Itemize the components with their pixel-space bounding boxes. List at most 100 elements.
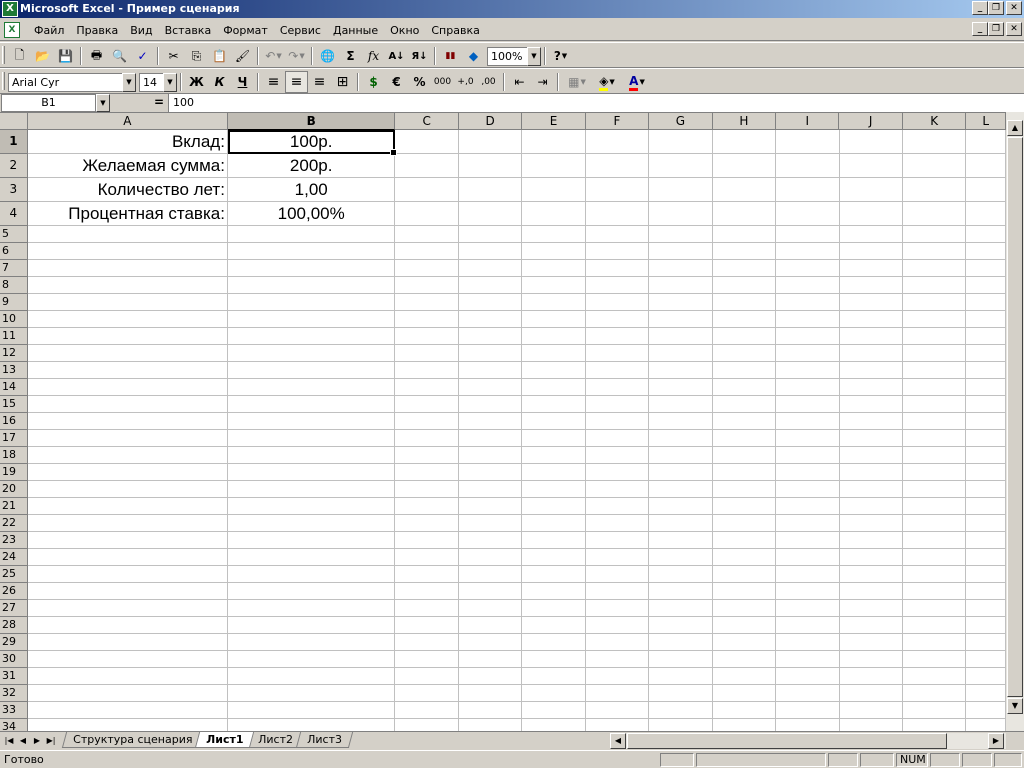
cell-a33[interactable]: [27, 702, 228, 719]
cell-c3[interactable]: [395, 178, 459, 202]
cell-l5[interactable]: [966, 226, 1006, 243]
cell-h28[interactable]: [712, 617, 777, 634]
cell-i20[interactable]: [776, 481, 840, 498]
next-sheet-icon[interactable]: ▶: [30, 733, 44, 748]
cell-h26[interactable]: [712, 583, 777, 600]
fill-color-icon[interactable]: ◈ ▼: [592, 71, 622, 93]
cell-c33[interactable]: [395, 702, 459, 719]
menu-window[interactable]: Окно: [384, 23, 425, 38]
cell-h16[interactable]: [712, 413, 777, 430]
row-header-13[interactable]: 13: [0, 362, 28, 379]
cell-h5[interactable]: [712, 226, 777, 243]
workbook-icon[interactable]: X: [4, 22, 20, 38]
bold-button[interactable]: Ж: [185, 71, 208, 93]
cell-i2[interactable]: [776, 154, 840, 178]
cell-e30[interactable]: [522, 651, 586, 668]
cell-c9[interactable]: [395, 294, 459, 311]
cell-b1[interactable]: 100р.: [227, 130, 398, 156]
cell-i21[interactable]: [776, 498, 840, 515]
cell-e1[interactable]: [522, 130, 586, 154]
cell-b28[interactable]: [227, 617, 396, 634]
cell-l8[interactable]: [966, 277, 1006, 294]
cell-d33[interactable]: [458, 702, 523, 719]
cell-j28[interactable]: [839, 617, 903, 634]
cell-c12[interactable]: [395, 345, 459, 362]
cell-k32[interactable]: [902, 685, 967, 702]
column-header-a[interactable]: A: [27, 113, 228, 130]
cell-d14[interactable]: [458, 379, 523, 396]
cell-b8[interactable]: [227, 277, 396, 294]
cut-icon[interactable]: ✂: [162, 45, 185, 67]
toolbar-grip[interactable]: [2, 72, 5, 90]
cell-g14[interactable]: [649, 379, 713, 396]
cell-a11[interactable]: [27, 328, 228, 345]
cell-a28[interactable]: [27, 617, 228, 634]
cell-i3[interactable]: [776, 178, 840, 202]
cell-a13[interactable]: [27, 362, 228, 379]
cell-h15[interactable]: [712, 396, 777, 413]
cell-g2[interactable]: [649, 154, 713, 178]
cell-l20[interactable]: [966, 481, 1006, 498]
row-header-31[interactable]: 31: [0, 668, 28, 685]
cell-d19[interactable]: [458, 464, 523, 481]
cell-h34[interactable]: [713, 719, 777, 731]
cell-l4[interactable]: [966, 202, 1006, 226]
cell-d18[interactable]: [458, 447, 523, 464]
cell-k20[interactable]: [902, 481, 967, 498]
cell-a20[interactable]: [27, 481, 228, 498]
copy-icon[interactable]: ⎘: [185, 45, 208, 67]
cell-b31[interactable]: [227, 668, 396, 685]
cell-a2[interactable]: Желаемая сумма:: [27, 154, 228, 178]
cell-d23[interactable]: [458, 532, 523, 549]
cell-b32[interactable]: [227, 685, 396, 702]
cell-b16[interactable]: [227, 413, 396, 430]
row-header-14[interactable]: 14: [0, 379, 28, 396]
align-left-icon[interactable]: ≡: [262, 71, 285, 93]
cell-j10[interactable]: [839, 311, 903, 328]
row-header-19[interactable]: 19: [0, 464, 28, 481]
cell-a19[interactable]: [27, 464, 228, 481]
cell-h18[interactable]: [712, 447, 777, 464]
cell-k21[interactable]: [902, 498, 967, 515]
font-size-dropdown-icon[interactable]: ▼: [163, 72, 177, 92]
cell-e34[interactable]: [522, 719, 586, 731]
cell-l3[interactable]: [966, 178, 1006, 202]
cell-j20[interactable]: [839, 481, 903, 498]
row-header-9[interactable]: 9: [0, 294, 28, 311]
cell-i12[interactable]: [776, 345, 840, 362]
cell-e3[interactable]: [522, 178, 586, 202]
cell-j17[interactable]: [839, 430, 903, 447]
cell-j5[interactable]: [839, 226, 903, 243]
cell-k2[interactable]: [902, 154, 967, 178]
cell-e15[interactable]: [522, 396, 586, 413]
cell-a9[interactable]: [27, 294, 228, 311]
row-header-15[interactable]: 15: [0, 396, 28, 413]
cell-l30[interactable]: [966, 651, 1006, 668]
close-button[interactable]: ✕: [1006, 1, 1022, 15]
title-bar[interactable]: X Microsoft Excel - Пример сценария _ ❐ …: [0, 0, 1024, 18]
cell-i17[interactable]: [776, 430, 840, 447]
cell-g8[interactable]: [649, 277, 713, 294]
cell-a25[interactable]: [27, 566, 228, 583]
cell-h30[interactable]: [712, 651, 777, 668]
cell-i29[interactable]: [776, 634, 840, 651]
cell-g6[interactable]: [649, 243, 713, 260]
formula-equals-icon[interactable]: =: [154, 95, 164, 109]
cell-c22[interactable]: [395, 515, 459, 532]
cell-f34[interactable]: [586, 719, 650, 731]
cell-l14[interactable]: [966, 379, 1006, 396]
cell-e14[interactable]: [522, 379, 586, 396]
cell-g30[interactable]: [649, 651, 713, 668]
cell-j29[interactable]: [839, 634, 903, 651]
cell-h12[interactable]: [712, 345, 777, 362]
cell-f2[interactable]: [585, 154, 650, 178]
cell-l19[interactable]: [966, 464, 1006, 481]
cell-k8[interactable]: [902, 277, 967, 294]
cell-b23[interactable]: [227, 532, 396, 549]
cell-g17[interactable]: [649, 430, 713, 447]
font-name-dropdown-icon[interactable]: ▼: [122, 72, 136, 92]
menu-view[interactable]: Вид: [124, 23, 158, 38]
cell-k13[interactable]: [902, 362, 967, 379]
font-name-select[interactable]: Arial Cyr: [8, 72, 122, 92]
underline-button[interactable]: Ч: [231, 71, 254, 93]
